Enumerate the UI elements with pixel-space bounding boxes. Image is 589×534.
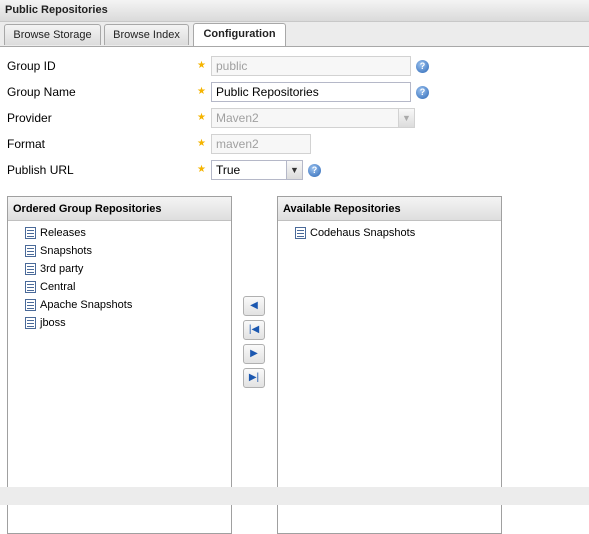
ordered-repositories-panel: Ordered Group Repositories Releases Snap… [7,196,232,534]
repository-icon [25,317,36,330]
repository-icon [25,281,36,294]
chevron-down-icon: ▼ [398,108,415,128]
list-item[interactable]: Apache Snapshots [25,296,132,314]
required-star-icon: ★ [197,60,206,71]
publish-url-label: Publish URL [7,163,74,177]
tab-configuration[interactable]: Configuration [193,23,286,46]
list-item[interactable]: Snapshots [25,242,92,260]
repository-icon [25,245,36,258]
required-star-icon: ★ [197,112,206,123]
list-item[interactable]: jboss [25,314,66,332]
help-icon[interactable]: ? [416,60,429,73]
format-label: Format [7,137,46,151]
available-repositories-panel: Available Repositories Codehaus Snapshot… [277,196,502,534]
help-icon[interactable]: ? [308,164,321,177]
list-item[interactable]: Codehaus Snapshots [295,224,415,242]
move-all-right-button[interactable]: ▶| [243,368,265,388]
group-id-field[interactable] [211,56,411,76]
repository-icon [25,263,36,276]
repository-icon [25,227,36,240]
panel-title: Public Repositories [5,4,108,16]
list-item[interactable]: Releases [25,224,86,242]
available-repositories-title: Available Repositories [278,197,501,221]
provider-select[interactable] [211,108,399,128]
arrow-left-icon: ◀ [250,300,258,311]
repository-icon [295,227,306,240]
chevron-down-icon[interactable]: ▼ [286,160,303,180]
list-item[interactable]: Central [25,278,75,296]
tab-browse-storage[interactable]: Browse Storage [4,24,101,45]
move-all-left-button[interactable]: |◀ [243,320,265,340]
required-star-icon: ★ [197,138,206,149]
panel-footer [0,487,589,505]
ordered-repositories-title: Ordered Group Repositories [8,197,231,221]
move-left-button[interactable]: ◀ [243,296,265,316]
group-id-label: Group ID [7,59,56,73]
format-field[interactable] [211,134,311,154]
configuration-form: Group ID ★ ? Group Name ★ ? Provider ★ ▼… [0,47,589,534]
help-icon[interactable]: ? [416,86,429,99]
repository-icon [25,299,36,312]
list-item[interactable]: 3rd party [25,260,83,278]
tab-strip: Browse Storage Browse Index Configuratio… [0,22,589,47]
tab-browse-index[interactable]: Browse Index [104,24,189,45]
arrow-first-icon: |◀ [248,324,260,335]
publish-url-select[interactable] [211,160,288,180]
group-name-field[interactable] [211,82,411,102]
group-name-label: Group Name [7,85,76,99]
required-star-icon: ★ [197,86,206,97]
arrow-right-icon: ▶ [250,348,258,359]
provider-label: Provider [7,111,52,125]
arrow-last-icon: ▶| [248,372,260,383]
move-right-button[interactable]: ▶ [243,344,265,364]
required-star-icon: ★ [197,164,206,175]
panel-header: Public Repositories [0,0,589,22]
